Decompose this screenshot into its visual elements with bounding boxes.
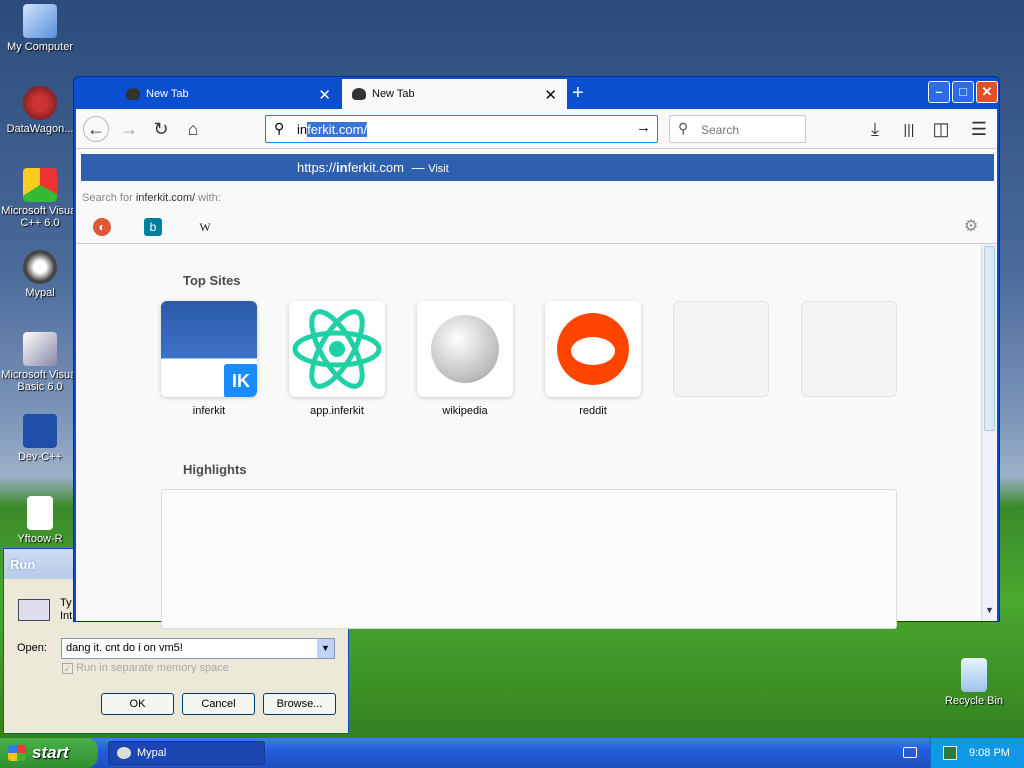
visual-basic-icon: [23, 332, 57, 366]
highlights-heading: Highlights: [183, 462, 247, 477]
highlights-panel: [161, 489, 897, 629]
new-tab-page: Top Sites IK inferkit app.inferkit wikip…: [76, 244, 981, 629]
minimize-button[interactable]: –: [928, 81, 950, 103]
keyboard-icon[interactable]: [903, 747, 917, 758]
taskbar: start Mypal 9:08 PM: [0, 738, 1024, 768]
react-logo-icon: [292, 309, 382, 389]
mypal-icon: [23, 250, 57, 284]
go-arrow-icon[interactable]: →: [636, 119, 651, 136]
network-icon[interactable]: [943, 746, 957, 760]
recycle-bin-icon: [961, 658, 987, 692]
top-site-label: wikipedia: [442, 405, 488, 417]
reddit-face: [571, 337, 615, 365]
browser-window: New Tab ✕ New Tab ✕ + – □ ✕ ← → ↻ ⌂ ⚲ in…: [73, 76, 1000, 629]
top-site-inferkit[interactable]: IK: [161, 301, 257, 397]
close-tab-icon[interactable]: ✕: [318, 86, 331, 104]
close-window-button[interactable]: ✕: [976, 81, 998, 103]
library-icon[interactable]: |||: [896, 116, 922, 142]
close-tab-icon[interactable]: ✕: [544, 86, 557, 104]
checkbox-icon: ✓: [62, 662, 73, 674]
top-site-empty[interactable]: [801, 301, 897, 397]
computer-icon: [23, 4, 57, 38]
desktop-icon-recycle-bin[interactable]: Recycle Bin: [934, 658, 1014, 707]
search-box[interactable]: ⚲ Search: [669, 115, 806, 143]
desktop-icon-visual-cpp[interactable]: Microsoft Visual C++ 6.0: [0, 168, 80, 229]
sidebar-icon[interactable]: ◫: [928, 116, 954, 142]
ok-button[interactable]: OK: [101, 693, 174, 715]
memory-checkbox[interactable]: ✓ Run in separate memory space: [62, 662, 229, 674]
scroll-down-icon[interactable]: ▼: [983, 605, 996, 619]
mypal-favicon-icon: [126, 88, 140, 100]
start-button[interactable]: start: [0, 738, 98, 768]
tab-2-active[interactable]: New Tab ✕: [342, 79, 567, 109]
open-input[interactable]: dang it. cnt do i on vm5! ▼: [61, 638, 335, 659]
top-site-label: app.inferkit: [310, 405, 364, 417]
system-tray: 9:08 PM: [930, 738, 1024, 768]
forward-icon[interactable]: →: [116, 116, 142, 142]
desktop-icon-my-computer[interactable]: My Computer: [0, 4, 80, 53]
top-site-app-inferkit[interactable]: [289, 301, 385, 397]
visual-cpp-icon: [23, 168, 57, 202]
nav-toolbar: ← → ↻ ⌂ ⚲ inferkit.com/ → ⚲ Search ⤓ |||…: [76, 109, 997, 149]
home-icon[interactable]: ⌂: [180, 116, 206, 142]
url-bar[interactable]: ⚲ inferkit.com/ →: [265, 115, 658, 143]
inferkit-badge-icon: IK: [221, 361, 257, 397]
top-site-wikipedia[interactable]: [417, 301, 513, 397]
back-icon[interactable]: ←: [83, 116, 109, 142]
dropdown-arrow-icon[interactable]: ▼: [317, 639, 334, 658]
gear-icon[interactable]: ⚙: [962, 218, 980, 236]
desktop-icon-mypal[interactable]: Mypal: [0, 250, 80, 299]
tab-strip: New Tab ✕ New Tab ✕ + – □ ✕: [76, 79, 998, 109]
reddit-logo-icon: [557, 313, 629, 385]
reload-icon[interactable]: ↻: [148, 116, 174, 142]
downloads-icon[interactable]: ⤓: [862, 116, 888, 142]
suggestion-visit[interactable]: https://inferkit.com — Visit: [81, 154, 994, 181]
wikipedia-icon[interactable]: W: [196, 218, 214, 236]
desktop-icon-dev-cpp[interactable]: Dev-C++: [0, 414, 80, 463]
search-icon: ⚲: [274, 120, 285, 136]
bing-icon[interactable]: b: [144, 218, 162, 236]
top-site-reddit[interactable]: [545, 301, 641, 397]
tab-1[interactable]: New Tab ✕: [116, 79, 341, 109]
url-suggestions: https://inferkit.com — Visit Search for …: [76, 149, 997, 244]
menu-icon[interactable]: ☰: [966, 116, 992, 142]
desktop-icon-datawagon[interactable]: DataWagon...: [0, 86, 80, 135]
open-label: Open:: [17, 642, 47, 654]
desktop-icon-yftoow[interactable]: Yftoow-R: [0, 496, 80, 545]
run-description: Ty Int: [60, 597, 73, 622]
clock: 9:08 PM: [969, 747, 1010, 759]
windows-flag-icon: [8, 745, 26, 761]
browse-button[interactable]: Browse...: [263, 693, 336, 715]
scrollbar-thumb[interactable]: [984, 246, 995, 431]
new-tab-button[interactable]: +: [572, 82, 584, 105]
top-site-empty[interactable]: [673, 301, 769, 397]
cancel-button[interactable]: Cancel: [182, 693, 255, 715]
mypal-icon: [117, 747, 131, 759]
top-site-label: reddit: [579, 405, 607, 417]
search-icon: ⚲: [678, 120, 689, 136]
top-sites-heading: Top Sites: [183, 273, 241, 288]
datawagon-icon: [23, 86, 57, 120]
desktop-icon-visual-basic[interactable]: Microsoft Visual Basic 6.0: [0, 332, 80, 393]
maximize-button[interactable]: □: [952, 81, 974, 103]
taskbar-item-mypal[interactable]: Mypal: [108, 741, 265, 765]
file-icon: [27, 496, 53, 530]
duckduckgo-icon[interactable]: ◐: [93, 218, 111, 236]
wikipedia-globe-icon: [431, 315, 499, 383]
dev-cpp-icon: [23, 414, 57, 448]
scrollbar[interactable]: ▼: [981, 244, 997, 621]
search-for-label: Search for inferkit.com/ with:: [82, 192, 221, 204]
run-icon: [18, 599, 50, 621]
top-site-label: inferkit: [192, 405, 226, 417]
mypal-favicon-icon: [352, 88, 366, 100]
